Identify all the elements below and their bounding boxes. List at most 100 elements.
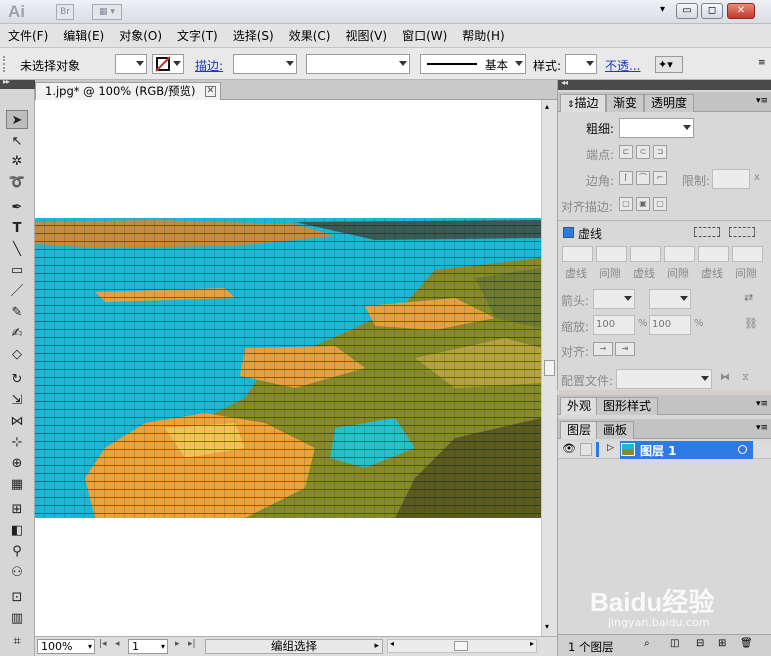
- free-transform-tool-icon[interactable]: ⊹: [6, 433, 28, 452]
- dash-field-1[interactable]: [562, 246, 593, 262]
- swap-arrowheads-icon[interactable]: ⇄: [744, 291, 753, 304]
- make-clipping-mask-icon[interactable]: ◫: [670, 638, 679, 649]
- end-scale-field[interactable]: 100: [649, 315, 691, 335]
- symbol-sprayer-tool-icon[interactable]: ⊡: [6, 588, 28, 607]
- menu-view[interactable]: 视图(V): [345, 27, 387, 44]
- delete-layer-icon[interactable]: 🗑: [740, 638, 753, 649]
- menu-edit[interactable]: 编辑(E): [63, 27, 104, 44]
- locate-object-icon[interactable]: ⌕: [644, 638, 650, 649]
- tab-gradient[interactable]: 渐变: [606, 94, 645, 112]
- vertical-scrollbar[interactable]: ▴ ▾: [541, 100, 557, 636]
- blend-tool-icon[interactable]: ⚇: [6, 563, 28, 582]
- menu-object[interactable]: 对象(O): [119, 27, 162, 44]
- end-arrowhead-dropdown[interactable]: [649, 289, 691, 309]
- recolor-artwork-icon[interactable]: ✦▾: [655, 56, 683, 73]
- magic-wand-tool-icon[interactable]: ✲: [6, 152, 28, 171]
- lasso-tool-icon[interactable]: ➰: [6, 173, 28, 192]
- dash-field-3[interactable]: [698, 246, 729, 262]
- scroll-up-icon[interactable]: ▴: [545, 102, 549, 111]
- align-center-icon[interactable]: ▢: [619, 197, 633, 211]
- toolbox-header[interactable]: ▸▸: [0, 77, 35, 89]
- zoom-level-field[interactable]: 100% ▾: [37, 639, 95, 654]
- layers-panel-menu-icon[interactable]: ▾≡: [756, 423, 768, 433]
- panel-header[interactable]: ◂◂: [558, 78, 771, 90]
- first-artboard-icon[interactable]: |◂: [99, 639, 107, 649]
- butt-cap-icon[interactable]: ⊏: [619, 145, 633, 159]
- weight-field[interactable]: [619, 118, 694, 138]
- scroll-down-icon[interactable]: ▾: [545, 622, 549, 631]
- rotate-tool-icon[interactable]: ↻: [6, 370, 28, 389]
- appearance-panel-menu-icon[interactable]: ▾≡: [756, 399, 768, 409]
- menu-help[interactable]: 帮助(H): [462, 27, 504, 44]
- width-tool-icon[interactable]: ⋈: [6, 412, 28, 431]
- menu-file[interactable]: 文件(F): [8, 27, 48, 44]
- dashed-line-checkbox[interactable]: [563, 227, 574, 238]
- gap-field-1[interactable]: [596, 246, 627, 262]
- limit-field[interactable]: [712, 169, 750, 189]
- last-artboard-icon[interactable]: ▸|: [188, 639, 196, 649]
- tab-layers[interactable]: 图层: [560, 421, 599, 439]
- menu-select[interactable]: 选择(S): [233, 27, 274, 44]
- projecting-cap-icon[interactable]: ⊐: [653, 145, 667, 159]
- line-segment-tool-icon[interactable]: ╲: [6, 240, 28, 259]
- control-bar-menu-icon[interactable]: ≡: [758, 58, 766, 68]
- gap-field-3[interactable]: [732, 246, 763, 262]
- menu-type[interactable]: 文字(T): [177, 27, 218, 44]
- gap-field-2[interactable]: [664, 246, 695, 262]
- opacity-link[interactable]: 不透...: [605, 57, 640, 74]
- previous-artboard-icon[interactable]: ◂: [115, 639, 120, 649]
- pencil-tool-icon[interactable]: ✎: [6, 303, 28, 322]
- close-tab-icon[interactable]: ✕: [205, 86, 216, 97]
- miter-join-icon[interactable]: ⌈: [619, 171, 633, 185]
- horizontal-scrollbar-thumb[interactable]: [454, 641, 468, 651]
- align-inside-icon[interactable]: ▣: [636, 197, 650, 211]
- eyedropper-tool-icon[interactable]: ⚲: [6, 542, 28, 561]
- scrollbar-thumb[interactable]: [544, 360, 555, 376]
- visibility-eye-icon[interactable]: 👁: [562, 442, 576, 455]
- tab-transparency[interactable]: 透明度: [644, 94, 695, 112]
- selection-tool-icon[interactable]: ➤: [6, 110, 28, 129]
- tab-appearance[interactable]: 外观: [560, 397, 599, 415]
- artboard-canvas[interactable]: [35, 100, 541, 636]
- type-tool-icon[interactable]: T: [6, 219, 28, 238]
- tab-stroke[interactable]: ⇕描边: [560, 94, 606, 112]
- arrow-tip-at-end-icon[interactable]: ⇥: [615, 342, 635, 356]
- align-dash-corners-icon[interactable]: [729, 227, 755, 237]
- workspace-dropdown-icon[interactable]: ▾: [660, 4, 665, 15]
- gradient-tool-icon[interactable]: ◧: [6, 521, 28, 540]
- start-scale-field[interactable]: 100: [593, 315, 635, 335]
- bridge-button[interactable]: Br: [56, 4, 74, 20]
- placed-image-mosaic[interactable]: [35, 218, 541, 518]
- new-sublayer-icon[interactable]: ⊟: [696, 638, 704, 649]
- layer-row[interactable]: 👁 ▷ 图层 1: [558, 441, 771, 459]
- graphic-style-swatch[interactable]: [565, 54, 597, 74]
- lock-toggle[interactable]: [580, 443, 592, 456]
- flip-along-icon[interactable]: ⧓: [720, 372, 730, 383]
- round-cap-icon[interactable]: ⊂: [636, 145, 650, 159]
- close-button[interactable]: ✕: [727, 3, 755, 19]
- target-circle-icon[interactable]: [738, 445, 747, 454]
- menu-window[interactable]: 窗口(W): [402, 27, 447, 44]
- align-outside-icon[interactable]: ▢: [653, 197, 667, 211]
- flip-across-icon[interactable]: ⧖: [742, 372, 749, 383]
- minimize-button[interactable]: ▭: [676, 3, 698, 19]
- start-arrowhead-dropdown[interactable]: [593, 289, 635, 309]
- stroke-color-swatch[interactable]: [152, 54, 184, 74]
- profile-dropdown[interactable]: [616, 369, 712, 389]
- direct-selection-tool-icon[interactable]: ↖: [6, 132, 28, 151]
- dash-field-2[interactable]: [630, 246, 661, 262]
- rectangle-tool-icon[interactable]: ▭: [6, 261, 28, 280]
- next-artboard-icon[interactable]: ▸: [175, 639, 180, 649]
- preserve-dash-icon[interactable]: [694, 227, 720, 237]
- tab-graphic-styles[interactable]: 图形样式: [596, 397, 659, 415]
- status-mode-menu[interactable]: 编组选择 ▸: [205, 639, 383, 654]
- control-bar-grip[interactable]: [3, 56, 7, 72]
- stroke-weight-field[interactable]: [233, 54, 297, 74]
- arrange-documents-button[interactable]: ▦ ▾: [92, 4, 122, 20]
- mesh-tool-icon[interactable]: ⊞: [6, 500, 28, 519]
- blob-brush-tool-icon[interactable]: ✍: [6, 324, 28, 343]
- column-graph-tool-icon[interactable]: ▥: [6, 609, 28, 628]
- brush-definition-dropdown[interactable]: 基本: [420, 54, 526, 74]
- artboard-tool-icon[interactable]: ⌗: [6, 632, 28, 651]
- fill-color-swatch[interactable]: [115, 54, 147, 74]
